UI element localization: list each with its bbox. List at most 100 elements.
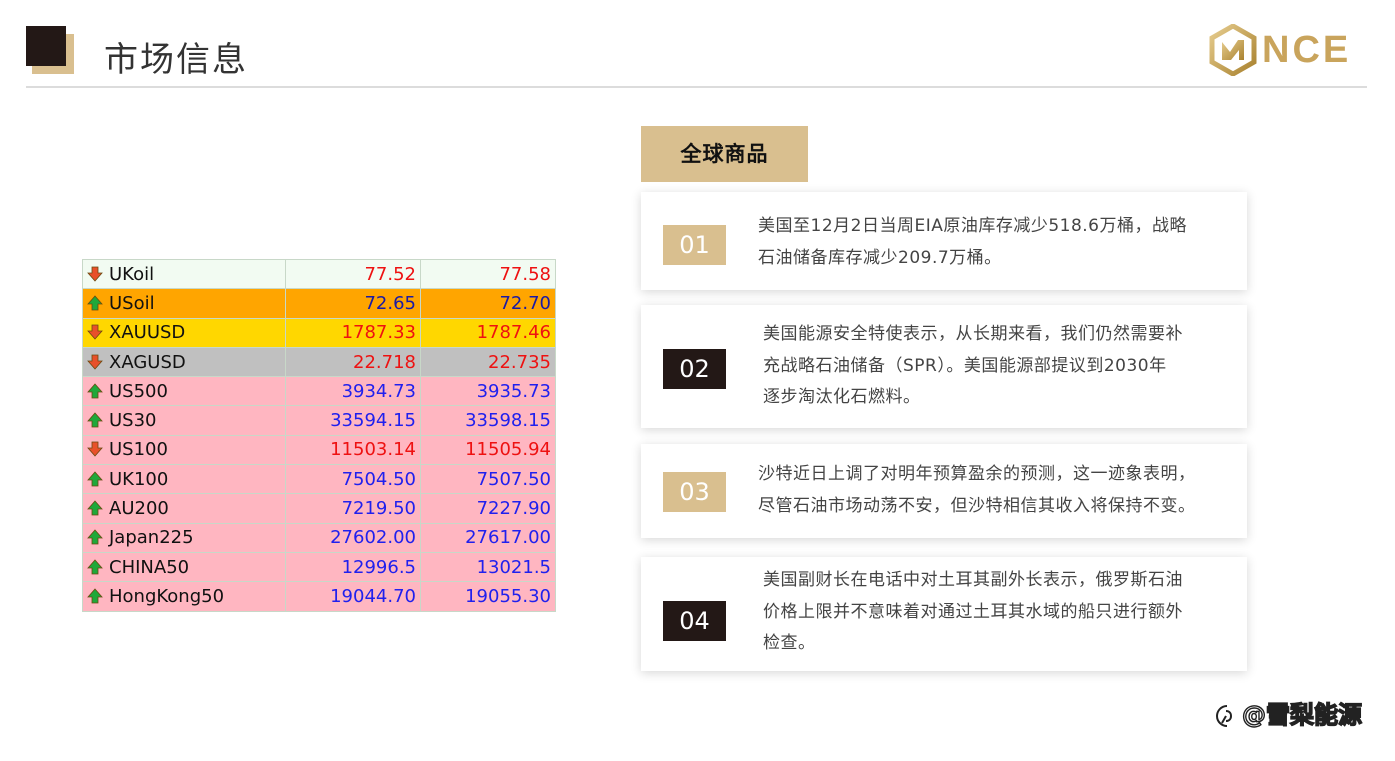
news-text-line: 逐步淘汰化石燃料。 <box>763 387 921 407</box>
arrow-down-icon <box>87 324 103 340</box>
quote-bid-cell: 77.52 <box>285 258 421 290</box>
quote-symbol: XAGUSD <box>109 351 186 373</box>
watermark: @雪梨能源 <box>1214 698 1384 732</box>
quote-symbol-cell: XAGUSD <box>82 346 286 378</box>
quote-symbol-cell: Japan225 <box>82 522 286 553</box>
arrow-up-icon <box>87 588 103 604</box>
header-divider <box>26 86 1367 88</box>
quote-symbol: AU200 <box>109 498 169 520</box>
quote-symbol-cell: USoil <box>82 288 286 319</box>
arrow-up-icon <box>87 529 103 545</box>
quote-symbol-cell: UK100 <box>82 464 286 495</box>
quote-row-uk100: UK100 7504.50 7507.50 <box>82 464 556 495</box>
quote-row-usoil: USoil 72.65 72.70 <box>82 288 556 319</box>
quote-ask-cell: 19055.30 <box>420 581 556 612</box>
xueqiu-snowball-icon <box>1215 705 1233 727</box>
news-number-badge: 02 <box>663 349 726 389</box>
quote-ask-cell: 77.58 <box>420 258 556 290</box>
quote-symbol-cell: US500 <box>82 376 286 407</box>
news-text-line: 沙特近日上调了对明年预算盈余的预测，这一迹象表明， <box>758 464 1196 484</box>
quote-ask-cell: 1787.46 <box>420 317 556 348</box>
news-text: 沙特近日上调了对明年预算盈余的预测，这一迹象表明， 尽管石油市场动荡不安，但沙特… <box>758 459 1229 522</box>
quote-symbol-cell: HongKong50 <box>82 581 286 612</box>
news-text-line: 美国至12月2日当周EIA原油库存减少518.6万桶，战略 <box>758 216 1187 236</box>
arrow-up-icon <box>87 559 103 575</box>
news-text-line: 石油储备库存减少209.7万桶。 <box>758 247 1002 268</box>
quote-ask-cell: 27617.00 <box>420 522 556 553</box>
quote-symbol: US500 <box>109 380 168 402</box>
quote-symbol-cell: XAUUSD <box>82 317 286 348</box>
quote-ask-cell: 7227.90 <box>420 493 556 524</box>
title-decoration <box>26 26 74 74</box>
news-card-02: 02 美国能源安全特使表示，从长期来看，我们仍然需要补 充战略石油储备（SPR）… <box>641 305 1247 428</box>
quote-row-us30: US30 33594.15 33598.15 <box>82 405 556 436</box>
quote-symbol: US100 <box>109 439 168 461</box>
quote-symbol: XAUUSD <box>109 322 186 344</box>
quote-symbol: USoil <box>109 292 155 314</box>
quote-symbol-cell: US100 <box>82 434 286 466</box>
page-title: 市场信息 <box>104 40 248 80</box>
news-text-line: 美国能源安全特使表示，从长期来看，我们仍然需要补 <box>763 324 1183 344</box>
quote-row-xagusd: XAGUSD 22.718 22.735 <box>82 346 556 378</box>
nce-logo-text: NCE <box>1262 29 1352 71</box>
quote-symbol: UKoil <box>109 263 155 285</box>
quote-symbol-cell: UKoil <box>82 258 286 290</box>
arrow-up-icon <box>87 471 103 487</box>
news-number-badge: 01 <box>663 225 726 265</box>
news-text: 美国至12月2日当周EIA原油库存减少518.6万桶，战略 石油储备库存减少20… <box>758 211 1229 274</box>
arrow-down-icon <box>87 354 103 370</box>
quote-symbol: CHINA50 <box>109 556 190 578</box>
news-text: 美国副财长在电话中对土耳其副外长表示，俄罗斯石油 价格上限并不意味着对通过土耳其… <box>763 565 1229 660</box>
quote-symbol-cell: US30 <box>82 405 286 436</box>
quote-symbol: UK100 <box>109 468 169 490</box>
quote-bid-cell: 7504.50 <box>285 464 421 495</box>
quote-bid-cell: 27602.00 <box>285 522 421 553</box>
quote-row-japan225: Japan225 27602.00 27617.00 <box>82 522 556 553</box>
arrow-down-icon <box>87 441 103 458</box>
quote-row-au200: AU200 7219.50 7227.90 <box>82 493 556 524</box>
section-label-global-commodities: 全球商品 <box>641 126 808 182</box>
quote-ask-cell: 3935.73 <box>420 376 556 407</box>
quote-bid-cell: 3934.73 <box>285 376 421 407</box>
quote-table-body: UKoil 77.52 77.58 USoil 72.65 72.70 XAUUSD 1787… <box>82 258 556 612</box>
news-text-line: 价格上限并不意味着对通过土耳其水域的船只进行额外 <box>763 601 1183 622</box>
watermark-text: @雪梨能源 <box>1241 700 1362 729</box>
news-card-03: 03 沙特近日上调了对明年预算盈余的预测，这一迹象表明， 尽管石油市场动荡不安，… <box>641 444 1247 538</box>
arrow-up-icon <box>87 383 103 399</box>
arrow-up-icon <box>87 500 103 516</box>
quote-ask-cell: 7507.50 <box>420 464 556 495</box>
nce-logo: NCE <box>1208 24 1368 76</box>
quote-row-us100: US100 11503.14 11505.94 <box>82 434 556 466</box>
quote-symbol: US30 <box>109 410 157 432</box>
news-text-line: 尽管石油市场动荡不安，但沙特相信其收入将保持不变。 <box>758 495 1196 516</box>
quote-bid-cell: 1787.33 <box>285 317 421 348</box>
quote-ask-cell: 33598.15 <box>420 405 556 436</box>
quote-bid-cell: 7219.50 <box>285 493 421 524</box>
news-text-line: 检查。 <box>763 633 816 653</box>
news-card-04: 04 美国副财长在电话中对土耳其副外长表示，俄罗斯石油 价格上限并不意味着对通过… <box>641 557 1247 671</box>
quote-row-ukoil: UKoil 77.52 77.58 <box>82 258 556 290</box>
arrow-up-icon <box>87 295 103 311</box>
news-number-badge: 03 <box>663 472 726 512</box>
quote-bid-cell: 19044.70 <box>285 581 421 612</box>
quote-ask-cell: 22.735 <box>420 346 556 378</box>
quote-row-hongkong50: HongKong50 19044.70 19055.30 <box>82 581 556 612</box>
title-decoration-dark-square <box>26 26 66 66</box>
quote-symbol-cell: CHINA50 <box>82 551 286 583</box>
news-card-01: 01 美国至12月2日当周EIA原油库存减少518.6万桶，战略 石油储备库存减… <box>641 192 1247 290</box>
quote-bid-cell: 33594.15 <box>285 405 421 436</box>
quote-ask-cell: 11505.94 <box>420 434 556 466</box>
news-number-badge: 04 <box>663 601 726 641</box>
quote-table: UKoil 77.52 77.58 USoil 72.65 72.70 XAUUSD 1787… <box>82 258 556 612</box>
quote-row-us500: US500 3934.73 3935.73 <box>82 376 556 407</box>
quote-bid-cell: 11503.14 <box>285 434 421 466</box>
quote-bid-cell: 22.718 <box>285 346 421 378</box>
quote-symbol-cell: AU200 <box>82 493 286 524</box>
quote-ask-cell: 72.70 <box>420 288 556 319</box>
quote-ask-cell: 13021.5 <box>420 551 556 583</box>
quote-row-china50: CHINA50 12996.5 13021.5 <box>82 551 556 583</box>
arrow-up-icon <box>87 412 103 428</box>
quote-row-xauusd: XAUUSD 1787.33 1787.46 <box>82 317 556 348</box>
quote-bid-cell: 12996.5 <box>285 551 421 583</box>
quote-symbol: HongKong50 <box>109 585 225 607</box>
